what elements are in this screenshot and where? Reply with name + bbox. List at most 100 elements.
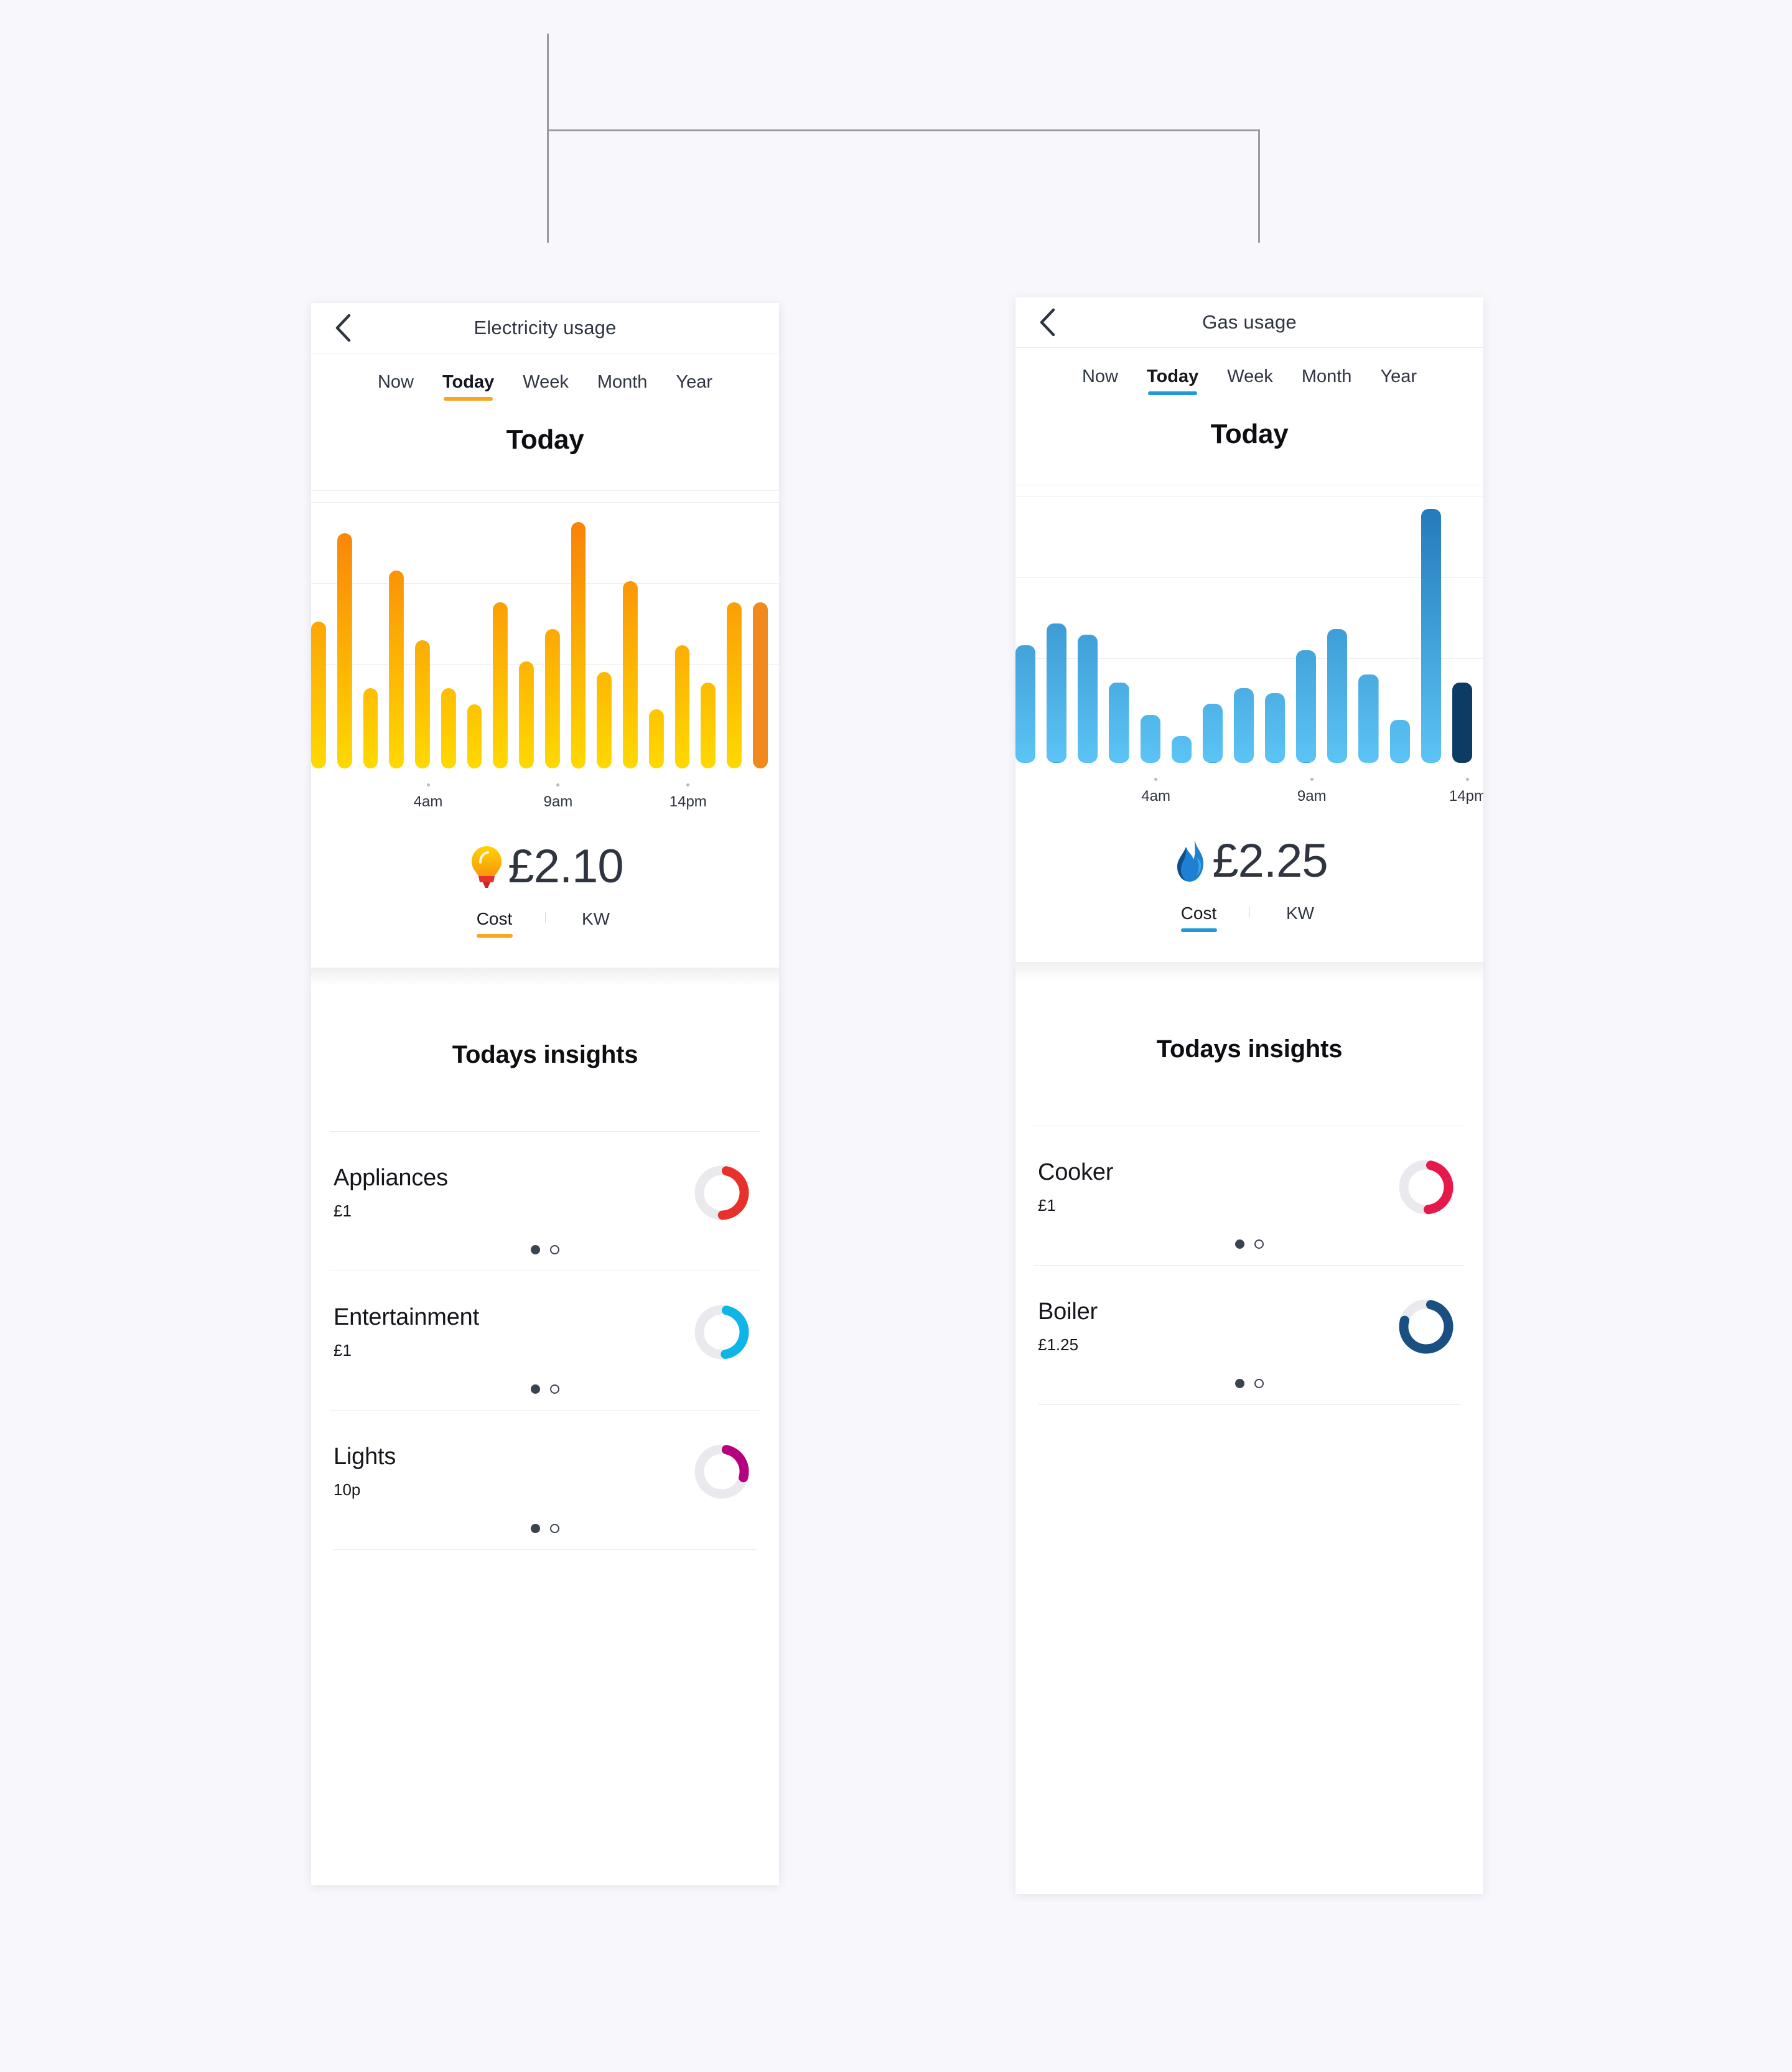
pagination-dot[interactable] — [531, 1384, 540, 1394]
x-axis-label: 14pm — [669, 793, 707, 810]
unit-option-cost[interactable]: Cost — [1149, 903, 1249, 932]
insight-row[interactable]: Boiler £1.25 — [1034, 1265, 1465, 1404]
back-button[interactable] — [1033, 308, 1062, 337]
tab-month[interactable]: Month — [597, 372, 648, 401]
tab-week[interactable]: Week — [1227, 366, 1273, 395]
pagination-dot[interactable] — [550, 1245, 559, 1254]
pagination-dot[interactable] — [1235, 1379, 1244, 1388]
bar — [1015, 645, 1036, 763]
bar — [467, 704, 482, 768]
x-tick-dot — [1154, 778, 1158, 781]
bar — [415, 640, 430, 768]
insight-name: Cooker — [1038, 1159, 1114, 1185]
insight-row[interactable]: Lights 10p — [330, 1410, 760, 1549]
unit-option-kw[interactable]: KW — [1250, 903, 1351, 932]
bar — [1358, 674, 1379, 763]
gas-usage-panel: Gas usage Now Today Week Month Year Today 4am 9a… — [1015, 297, 1483, 1894]
x-tick-dot — [1310, 778, 1314, 781]
insight-row-content: Cooker £1 — [1038, 1155, 1461, 1220]
bar — [1265, 693, 1286, 763]
guide-line-vertical-right — [1258, 129, 1260, 243]
pagination-dots — [334, 1504, 757, 1533]
bar — [1233, 688, 1254, 763]
period-tab-bar: Now Today Week Month Year — [1015, 348, 1483, 409]
pagination-dots — [334, 1365, 757, 1394]
total-cost-value: £2.10 — [508, 840, 623, 893]
insight-text: Lights 10p — [334, 1444, 689, 1500]
pagination-dot[interactable] — [1235, 1239, 1244, 1249]
tab-week[interactable]: Week — [523, 372, 569, 401]
bar-series — [311, 501, 779, 768]
bar — [1421, 508, 1441, 763]
bar — [1109, 683, 1129, 763]
insight-cost: £1.25 — [1038, 1335, 1079, 1355]
bar — [544, 629, 560, 768]
unit-option-cost[interactable]: Cost — [444, 909, 545, 938]
pagination-dot[interactable] — [1254, 1239, 1264, 1249]
insight-row[interactable]: Entertainment £1 — [330, 1271, 760, 1410]
pagination-dot[interactable] — [1254, 1379, 1264, 1388]
unit-option-kw[interactable]: KW — [546, 909, 646, 938]
tab-year[interactable]: Year — [1380, 366, 1417, 395]
period-heading: Today — [506, 424, 584, 455]
bar — [727, 602, 742, 768]
x-axis-label: 9am — [1297, 788, 1327, 805]
bar — [571, 522, 586, 768]
chevron-left-icon — [1040, 308, 1055, 337]
insight-row[interactable]: Appliances £1 — [330, 1131, 760, 1271]
x-tick-dot — [686, 783, 690, 786]
bar — [1202, 704, 1223, 763]
insight-row-content: Appliances £1 — [334, 1160, 757, 1225]
bar — [674, 645, 690, 768]
x-axis-label: 9am — [543, 793, 573, 810]
insights-list-end-divider — [1038, 1404, 1461, 1405]
pagination-dots — [334, 1225, 757, 1254]
pagination-dot[interactable] — [550, 1524, 559, 1533]
tab-year[interactable]: Year — [676, 372, 712, 401]
tab-now[interactable]: Now — [378, 372, 414, 401]
insights-list: Appliances £1 Entertainment £1 Lights 10p — [311, 1131, 779, 1549]
bar — [311, 621, 326, 768]
insight-row-content: Lights 10p — [334, 1439, 757, 1504]
bar — [519, 661, 534, 768]
x-axis-label: 4am — [1141, 788, 1170, 805]
x-tick-dot — [426, 783, 430, 786]
total-cost-row: £2.25 — [1015, 816, 1483, 885]
insight-row[interactable]: Cooker £1 — [1034, 1126, 1465, 1265]
usage-donut — [1394, 1294, 1458, 1359]
page-title: Electricity usage — [474, 317, 617, 338]
bar — [1171, 736, 1192, 763]
tab-month[interactable]: Month — [1302, 366, 1352, 395]
x-axis-ticks — [311, 783, 779, 793]
wireframe-guides — [0, 0, 1792, 261]
bar — [493, 602, 508, 768]
pagination-dot[interactable] — [531, 1524, 540, 1533]
total-cost-value: £2.25 — [1212, 834, 1328, 887]
period-heading: Today — [1210, 419, 1289, 449]
insights-title: Todays insights — [1156, 1035, 1343, 1063]
x-tick-dot — [556, 783, 560, 786]
bar — [389, 570, 404, 768]
card-separator-shadow — [311, 968, 779, 986]
guide-line-horizontal — [547, 129, 1260, 131]
tab-now[interactable]: Now — [1082, 366, 1118, 395]
bar — [623, 581, 638, 768]
bar — [441, 688, 456, 768]
bar-current — [1452, 683, 1472, 763]
insights-list: Cooker £1 Boiler £1.25 — [1015, 1126, 1483, 1404]
usage-donut — [689, 1300, 754, 1365]
bar — [1078, 634, 1098, 763]
tab-today[interactable]: Today — [1147, 366, 1198, 395]
pagination-dot[interactable] — [550, 1384, 559, 1394]
tab-today[interactable]: Today — [442, 372, 494, 401]
pagination-dot[interactable] — [531, 1245, 540, 1254]
insight-text: Entertainment £1 — [334, 1304, 689, 1361]
insight-row-content: Boiler £1.25 — [1038, 1294, 1461, 1359]
usage-chart: 4am 9am 14pm — [311, 491, 779, 822]
bar — [1140, 714, 1160, 763]
insights-title: Todays insights — [452, 1041, 638, 1068]
card-separator-shadow — [1015, 962, 1483, 981]
back-button[interactable] — [329, 314, 357, 342]
bar — [1327, 629, 1348, 763]
insight-text: Boiler £1.25 — [1038, 1299, 1394, 1355]
